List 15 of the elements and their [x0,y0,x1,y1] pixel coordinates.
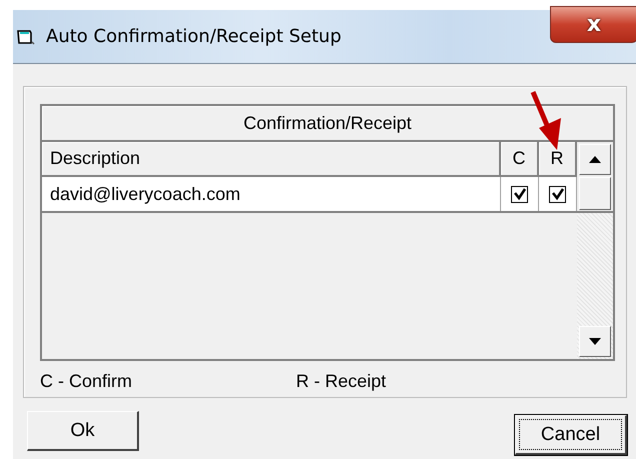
cancel-button[interactable]: Cancel [515,415,627,455]
ok-button[interactable]: Ok [27,411,139,451]
scroll-up-button[interactable] [579,144,611,175]
checkbox[interactable] [549,186,566,202]
up-triangle-icon [589,156,601,163]
scroll-down-button[interactable] [579,326,611,357]
checkbox[interactable] [511,186,528,202]
close-button[interactable]: x [550,6,636,43]
scroll-track[interactable] [577,213,613,359]
legend-text: R - Receipt [296,371,386,392]
scroll-thumb[interactable] [579,177,611,210]
window-icon [16,28,36,46]
legend-text: C - Confirm [40,371,134,392]
window-title: Auto Confirmation/Receipt Setup [46,26,342,47]
down-triangle-icon [589,338,601,345]
